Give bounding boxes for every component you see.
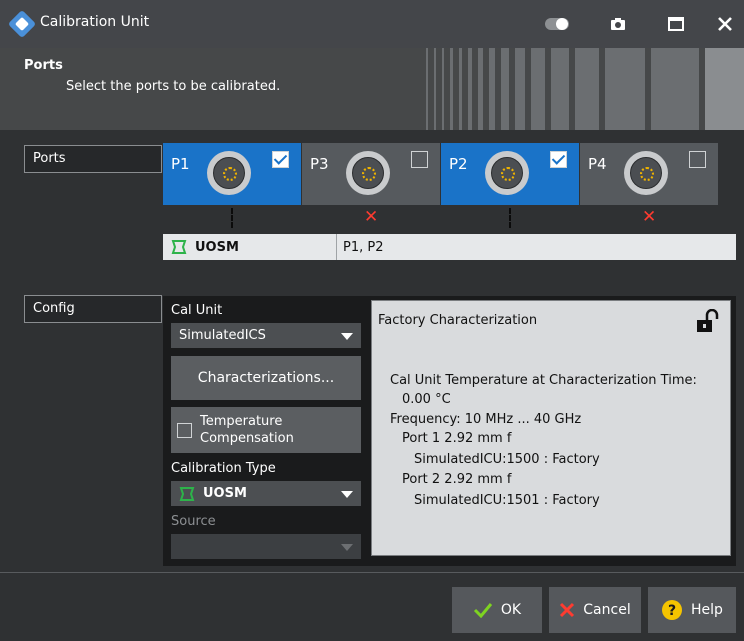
port-tile-p2[interactable]: P2 [441,143,579,205]
camera-icon[interactable] [598,8,638,40]
chevron-down-icon [341,333,353,340]
help-label: Help [691,602,723,618]
header-subtitle: Select the ports to be calibrated. [66,79,281,94]
calibration-type-icon [179,486,195,501]
bottom-separator [0,572,744,573]
port-connector-icon [346,151,390,195]
config-section-label: Config [24,295,162,323]
temperature-checkbox[interactable] [177,422,192,438]
calibration-type-value: UOSM [203,486,247,501]
source-dropdown [171,534,361,559]
maximize-icon[interactable] [656,8,696,40]
port-checkbox[interactable] [689,151,706,168]
port-checkbox[interactable] [411,151,428,168]
port-label: P1 [171,155,190,173]
close-icon[interactable] [705,8,744,40]
port-checkbox[interactable] [272,151,289,168]
calibration-type-label: Calibration Type [171,461,276,476]
connected-line-icon [231,208,233,228]
factory-line: SimulatedICU:1501 : Factory [414,493,600,508]
cancel-button[interactable]: Cancel [549,587,641,633]
temperature-label-line1: Temperature [200,414,283,429]
cal-unit-dropdown[interactable]: SimulatedICS [171,323,361,348]
factory-line: Cal Unit Temperature at Characterization… [390,373,697,388]
port-connector-icon [207,151,251,195]
ok-label: OK [500,602,522,618]
factory-line: Port 2 2.92 mm f [402,472,512,487]
help-button[interactable]: ? Help [648,587,736,633]
cancel-label: Cancel [583,602,631,618]
factory-title: Factory Characterization [378,313,538,328]
source-label: Source [171,514,216,529]
factory-line: 0.00 °C [402,392,451,407]
help-icon: ? [662,600,683,620]
window-title: Calibration Unit [40,14,150,30]
port-label: P2 [449,155,468,173]
ports-section-label: Ports [24,145,162,173]
header-decoration [420,48,744,130]
port-label: P3 [310,155,329,173]
port-tile-p3[interactable]: P3 [302,143,440,205]
port-checkbox[interactable] [550,151,567,168]
port-connector-icon [485,151,529,195]
connected-line-icon [509,208,511,228]
connection-ports: P1, P2 [343,239,384,255]
port-connector-icon [624,151,668,195]
svg-text:?: ? [668,603,676,619]
chevron-down-icon [341,544,353,551]
checkmark-icon [473,603,493,618]
factory-line: Frequency: 10 MHz ... 40 GHz [390,412,582,427]
factory-characterization-panel: Factory Characterization Cal Unit Temper… [371,300,731,556]
cal-unit-label: Cal Unit [171,303,223,318]
chevron-down-icon [341,491,353,498]
ok-button[interactable]: OK [452,587,542,633]
unlock-icon[interactable] [696,309,720,333]
cal-unit-value: SimulatedICS [179,328,266,343]
disconnected-x-icon: ✕ [642,207,657,227]
temperature-compensation-toggle[interactable]: Temperature Compensation [171,407,361,453]
calibration-type-dropdown[interactable]: UOSM [171,481,361,506]
connection-row[interactable]: UOSM P1, P2 [163,234,736,260]
connection-type: UOSM [195,239,239,255]
temperature-label-line2: Compensation [200,431,294,446]
port-label: P4 [588,155,607,173]
factory-line: Port 1 2.92 mm f [402,431,512,446]
port-tile-p1[interactable]: P1 [163,143,301,205]
factory-line: SimulatedICU:1500 : Factory [414,452,600,467]
disconnected-x-icon: ✕ [364,207,379,227]
header-panel: Ports Select the ports to be calibrated. [0,48,744,130]
port-tile-p4[interactable]: P4 [580,143,718,205]
header-title: Ports [24,58,63,73]
toggle-switch-icon[interactable] [538,8,578,40]
characterizations-button[interactable]: Characterizations... [171,356,361,400]
cancel-x-icon [560,602,575,618]
calibration-type-icon [171,240,187,254]
